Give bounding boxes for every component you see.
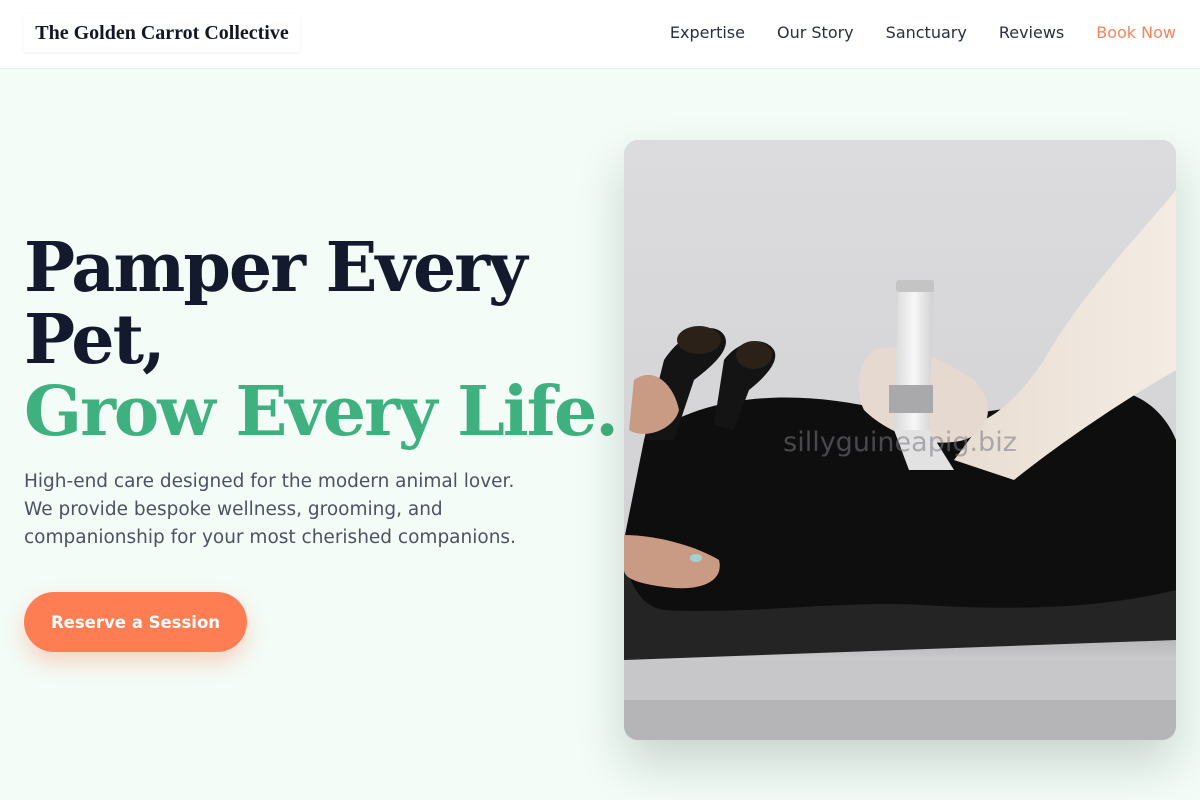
hero-description-line-3: companionship for your most cherished co… xyxy=(24,527,516,548)
hero-description-line-2: We provide bespoke wellness, grooming, a… xyxy=(24,499,443,520)
nav-link-sanctuary[interactable]: Sanctuary xyxy=(886,23,967,42)
site-header: The Golden Carrot Collective Expertise O… xyxy=(0,0,1200,69)
main-nav: Expertise Our Story Sanctuary Reviews Bo… xyxy=(670,0,1176,64)
hero-title-line-1: Pamper Every xyxy=(24,228,528,308)
hero-description-line-1: High-end care designed for the modern an… xyxy=(24,471,515,492)
hero-description: High-end care designed for the modern an… xyxy=(24,468,544,552)
hero-title: Pamper Every Pet, Grow Every Life. xyxy=(24,228,619,452)
hero-image: sillyguineapig.biz xyxy=(624,140,1176,740)
reserve-session-button[interactable]: Reserve a Session xyxy=(24,592,247,652)
nav-link-our-story[interactable]: Our Story xyxy=(777,23,854,42)
nav-link-book-now[interactable]: Book Now xyxy=(1096,23,1176,42)
nav-link-expertise[interactable]: Expertise xyxy=(670,23,745,42)
hero-title-accent-line: Grow Every Life. xyxy=(24,372,619,452)
hero-title-line-2: Pet, xyxy=(24,300,166,380)
site-logo[interactable]: The Golden Carrot Collective xyxy=(24,14,300,52)
nav-link-reviews[interactable]: Reviews xyxy=(999,23,1064,42)
image-watermark: sillyguineapig.biz xyxy=(783,427,1017,458)
